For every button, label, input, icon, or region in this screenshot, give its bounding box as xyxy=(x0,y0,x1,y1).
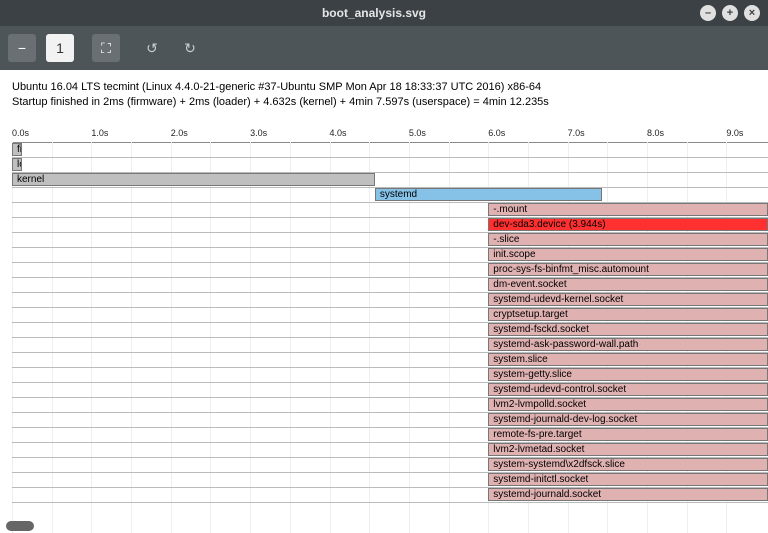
tick-label: 9.0s xyxy=(726,128,743,138)
chart-row: lvm2-lvmetad.socket xyxy=(12,443,768,458)
tick-label: 4.0s xyxy=(330,128,347,138)
chart-row: system-systemd\x2dfsck.slice xyxy=(12,458,768,473)
unit-bar: systemd-udevd-kernel.socket xyxy=(488,293,768,306)
unit-bar: loader xyxy=(12,158,22,171)
zoom-out-button[interactable]: − xyxy=(8,34,36,62)
chart-row: system-getty.slice xyxy=(12,368,768,383)
chart-row: systemd xyxy=(12,188,768,203)
chart-row: dm-event.socket xyxy=(12,278,768,293)
tick-label: 0.0s xyxy=(12,128,29,138)
chart-row: init.scope xyxy=(12,248,768,263)
chart-row: systemd-journald-dev-log.socket xyxy=(12,413,768,428)
chart-row: -.slice xyxy=(12,233,768,248)
unit-bar: system.slice xyxy=(488,353,768,366)
titlebar: boot_analysis.svg – + × xyxy=(0,0,768,26)
boot-chart: 0.0s 1.0s 2.0s 3.0s 4.0s 5.0s 6.0s 7.0s 8.0s 9.0s… xyxy=(12,128,768,533)
chart-row: kernel xyxy=(12,173,768,188)
unit-bar: dm-event.socket xyxy=(488,278,768,291)
unit-bar: systemd-initctl.socket xyxy=(488,473,768,486)
chart-row: -.mount xyxy=(12,203,768,218)
minimize-icon[interactable]: – xyxy=(700,5,716,21)
toolbar: − 1 ⛶ ↺ ↻ xyxy=(0,26,768,70)
unit-bar: systemd-journald-dev-log.socket xyxy=(488,413,768,426)
unit-bar: -.slice xyxy=(488,233,768,246)
system-info-line: Ubuntu 16.04 LTS tecmint (Linux 4.4.0-21… xyxy=(12,80,756,95)
unit-bar: remote-fs-pre.target xyxy=(488,428,768,441)
unit-bar: init.scope xyxy=(488,248,768,261)
chart-row: systemd-udevd-control.socket xyxy=(12,383,768,398)
tick-label: 8.0s xyxy=(647,128,664,138)
chart-row: loader xyxy=(12,158,768,173)
startup-summary-line: Startup finished in 2ms (firmware) + 2ms… xyxy=(12,95,756,110)
unit-bar: kernel xyxy=(12,173,375,186)
time-axis: 0.0s 1.0s 2.0s 3.0s 4.0s 5.0s 6.0s 7.0s 8.0s 9.0s xyxy=(12,128,768,143)
chart-row: firmware xyxy=(12,143,768,158)
unit-bar: systemd-udevd-control.socket xyxy=(488,383,768,396)
rotate-right-button[interactable]: ↻ xyxy=(176,34,204,62)
unit-bar: systemd-fsckd.socket xyxy=(488,323,768,336)
app-window: boot_analysis.svg – + × − 1 ⛶ ↺ ↻ Ubuntu… xyxy=(0,0,768,533)
chart-rows: firmware loader kernelsystemd -.mount dev-sd… xyxy=(12,143,768,503)
chart-row: lvm2-lvmpolld.socket xyxy=(12,398,768,413)
tick-label: 6.0s xyxy=(488,128,505,138)
chart-row: proc-sys-fs-binfmt_misc.automount xyxy=(12,263,768,278)
tick-label: 7.0s xyxy=(568,128,585,138)
unit-bar: dev-sda3.device (3.944s) xyxy=(488,218,768,231)
chart-row: system.slice xyxy=(12,353,768,368)
svg-header: Ubuntu 16.04 LTS tecmint (Linux 4.4.0-21… xyxy=(0,70,768,113)
zoom-level[interactable]: 1 xyxy=(46,34,74,62)
tick-label: 5.0s xyxy=(409,128,426,138)
tick-label: 2.0s xyxy=(171,128,188,138)
chart-row: systemd-fsckd.socket xyxy=(12,323,768,338)
chart-row: dev-sda3.device (3.944s) xyxy=(12,218,768,233)
chart-row: systemd-initctl.socket xyxy=(12,473,768,488)
unit-bar: system-getty.slice xyxy=(488,368,768,381)
maximize-icon[interactable]: + xyxy=(722,5,738,21)
rotate-left-button[interactable]: ↺ xyxy=(138,34,166,62)
unit-bar: proc-sys-fs-binfmt_misc.automount xyxy=(488,263,768,276)
unit-bar: system-systemd\x2dfsck.slice xyxy=(488,458,768,471)
unit-bar: systemd xyxy=(375,188,602,201)
tick-label: 3.0s xyxy=(250,128,267,138)
unit-bar: -.mount xyxy=(488,203,768,216)
unit-bar: cryptsetup.target xyxy=(488,308,768,321)
chart-row: systemd-journald.socket xyxy=(12,488,768,503)
document-viewer[interactable]: Ubuntu 16.04 LTS tecmint (Linux 4.4.0-21… xyxy=(0,70,768,533)
unit-bar: lvm2-lvmpolld.socket xyxy=(488,398,768,411)
unit-bar: systemd-journald.socket xyxy=(488,488,768,501)
chart-row: remote-fs-pre.target xyxy=(12,428,768,443)
chart-row: cryptsetup.target xyxy=(12,308,768,323)
unit-bar: lvm2-lvmetad.socket xyxy=(488,443,768,456)
close-icon[interactable]: × xyxy=(744,5,760,21)
unit-bar: systemd-ask-password-wall.path xyxy=(488,338,768,351)
window-title: boot_analysis.svg xyxy=(48,6,700,20)
chart-row: systemd-ask-password-wall.path xyxy=(12,338,768,353)
tick-label: 1.0s xyxy=(91,128,108,138)
horizontal-scrollbar-thumb[interactable] xyxy=(6,521,34,531)
unit-bar: firmware xyxy=(12,143,22,156)
chart-row: systemd-udevd-kernel.socket xyxy=(12,293,768,308)
fit-page-button[interactable]: ⛶ xyxy=(92,34,120,62)
